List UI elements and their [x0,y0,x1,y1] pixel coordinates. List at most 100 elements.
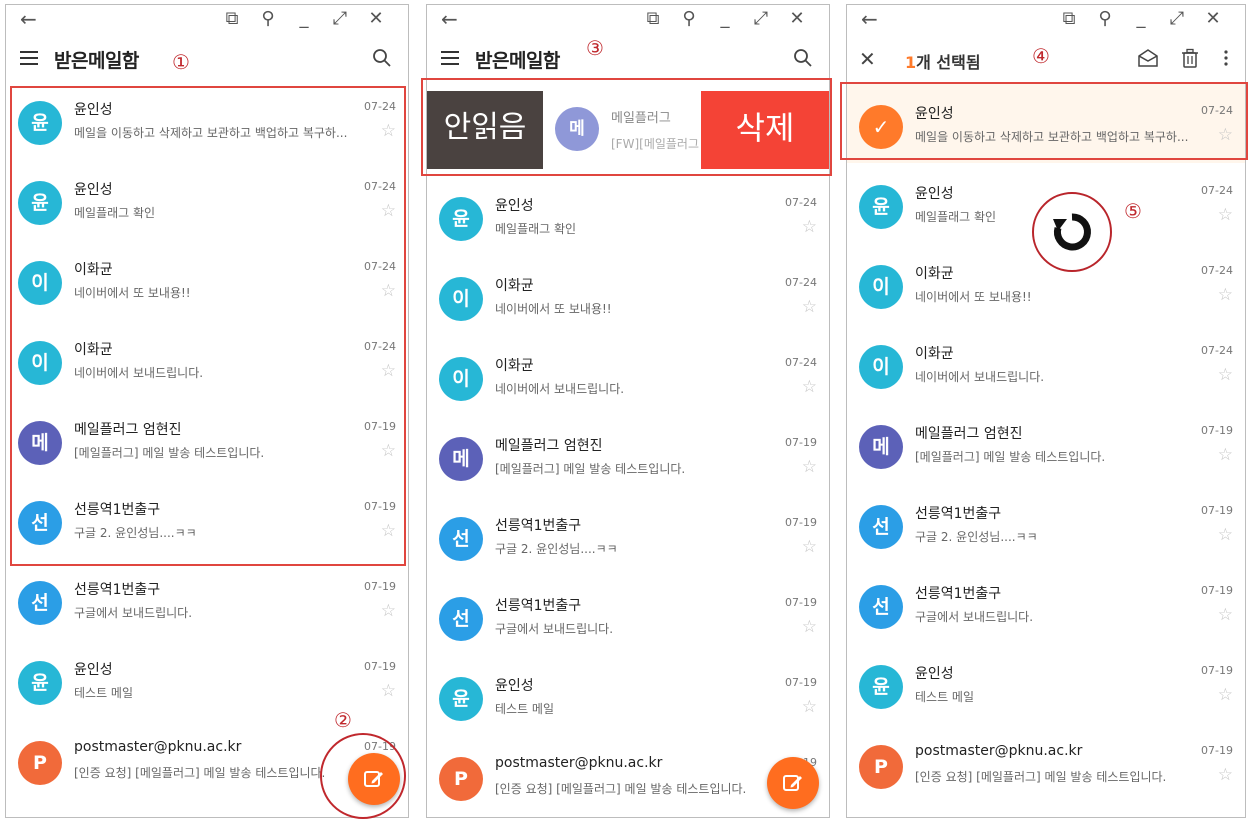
mail-row[interactable]: 윤 윤인성 메일플래그 확인 07-24 ☆ [6,159,408,239]
trash-icon[interactable] [1179,47,1201,69]
mail-preview: 구글 2. 윤인성님....ㅋㅋ [915,530,1038,544]
star-outline-icon[interactable]: ☆ [381,442,396,460]
mail-preview: 네이버에서 보내드립니다. [74,366,204,380]
sender-name: 윤인성 [495,198,534,214]
mail-preview: 네이버에서 보내드립니다. [915,370,1045,384]
star-outline-icon[interactable]: ☆ [1218,286,1233,304]
star-outline-icon[interactable]: ☆ [1218,686,1233,704]
star-outline-icon[interactable]: ☆ [381,122,396,140]
snap-window-icon[interactable]: ⧉ [1057,8,1081,30]
mail-row[interactable]: 윤 윤인성 테스트 메일 07-19 ☆ [6,639,408,719]
star-outline-icon[interactable]: ☆ [381,282,396,300]
mail-date: 07-19 [364,660,396,673]
avatar: 윤 [18,101,62,145]
close-icon[interactable]: ✕ [785,8,809,30]
mail-preview: 네이버에서 또 보내용!! [915,290,1032,304]
star-outline-icon[interactable]: ☆ [381,522,396,540]
swiped-mail-row[interactable]: 안읽음 메 메일플러그 [FW][메일플러그 삭제 [427,85,829,175]
compose-button[interactable] [767,757,819,809]
pin-icon[interactable]: ⚲ [256,8,280,30]
star-outline-icon[interactable]: ☆ [802,698,817,716]
avatar: 선 [439,597,483,641]
mail-row[interactable]: 이 이화균 네이버에서 보내드립니다. 07-24 ☆ [427,335,829,415]
more-vertical-icon[interactable] [1221,47,1231,69]
mark-unread-button[interactable]: 안읽음 [427,91,543,169]
cancel-selection-icon[interactable]: ✕ [859,47,876,71]
mail-row[interactable]: 선 선릉역1번출구 구글에서 보내드립니다. 07-19 ☆ [6,559,408,639]
star-outline-icon[interactable]: ☆ [802,218,817,236]
minimize-icon[interactable]: _ [713,8,737,30]
mail-date: 07-19 [1201,504,1233,517]
mail-row[interactable]: 이 이화균 네이버에서 보내드립니다. 07-24 ☆ [847,323,1245,403]
mail-row[interactable]: 선 선릉역1번출구 구글에서 보내드립니다. 07-19 ☆ [427,575,829,655]
mail-preview: [메일플러그] 메일 발송 테스트입니다. [915,450,1106,464]
swipe-container: 안읽음 메 메일플러그 [FW][메일플러그 삭제 [427,91,829,169]
mail-row[interactable]: 메 메일플러그 엄현진 [메일플러그] 메일 발송 테스트입니다. 07-19 ☆ [6,399,408,479]
back-arrow-icon[interactable]: ← [861,8,878,30]
selection-label: 개 선택됨 [916,53,981,72]
hamburger-menu-icon[interactable] [20,51,38,65]
mail-row[interactable]: 이 이화균 네이버에서 또 보내용!! 07-24 ☆ [427,255,829,335]
mail-row[interactable]: 이 이화균 네이버에서 또 보내용!! 07-24 ☆ [6,239,408,319]
sender-name: 선릉역1번출구 [915,586,1002,602]
mail-preview: 구글에서 보내드립니다. [74,606,193,620]
star-outline-icon[interactable]: ☆ [1218,606,1233,624]
annotation-3: ③ [586,36,604,60]
mail-row[interactable]: 이 이화균 네이버에서 보내드립니다. 07-24 ☆ [6,319,408,399]
delete-button[interactable]: 삭제 [701,91,829,169]
mail-row[interactable]: 선 선릉역1번출구 구글 2. 윤인성님....ㅋㅋ 07-19 ☆ [6,479,408,559]
search-icon[interactable] [793,48,813,68]
avatar: 이 [18,341,62,385]
sender-name: 이화균 [915,266,954,282]
mail-row[interactable]: 윤 윤인성 메일을 이동하고 삭제하고 보관하고 백업하고 복구하... 07-24 ☆ [6,79,408,159]
search-icon[interactable] [372,48,392,68]
sender-name: 메일플러그 엄현진 [74,422,182,438]
hamburger-menu-icon[interactable] [441,51,459,65]
mail-row[interactable]: 윤 윤인성 테스트 메일 07-19 ☆ [427,655,829,735]
star-outline-icon[interactable]: ☆ [802,538,817,556]
mail-row[interactable]: 메 메일플러그 엄현진 [메일플러그] 메일 발송 테스트입니다. 07-19 ☆ [847,403,1245,483]
minimize-icon[interactable]: _ [292,8,316,30]
star-outline-icon[interactable]: ☆ [802,378,817,396]
maximize-icon[interactable]: ⤢ [1165,8,1189,30]
envelope-open-icon[interactable] [1137,47,1159,69]
star-outline-icon[interactable]: ☆ [381,202,396,220]
star-outline-icon[interactable]: ☆ [1218,126,1233,144]
snap-window-icon[interactable]: ⧉ [220,8,244,30]
star-outline-icon[interactable]: ☆ [381,362,396,380]
star-outline-icon[interactable]: ☆ [802,618,817,636]
pin-icon[interactable]: ⚲ [677,8,701,30]
close-icon[interactable]: ✕ [364,8,388,30]
star-outline-icon[interactable]: ☆ [381,602,396,620]
star-outline-icon[interactable]: ☆ [1218,206,1233,224]
star-outline-icon[interactable]: ☆ [1218,766,1233,784]
star-outline-icon[interactable]: ☆ [1218,526,1233,544]
pin-icon[interactable]: ⚲ [1093,8,1117,30]
mail-row[interactable]: 윤 윤인성 메일플래그 확인 07-24 ☆ [427,175,829,255]
check-icon: ✓ [859,105,903,149]
star-outline-icon[interactable]: ☆ [1218,446,1233,464]
avatar: 메 [555,107,599,151]
sender-name: 윤인성 [74,182,113,198]
back-arrow-icon[interactable]: ← [20,8,37,30]
back-arrow-icon[interactable]: ← [441,8,458,30]
maximize-icon[interactable]: ⤢ [749,8,773,30]
snap-window-icon[interactable]: ⧉ [641,8,665,30]
mail-date: 07-19 [1201,584,1233,597]
mail-row[interactable]: 메 메일플러그 엄현진 [메일플러그] 메일 발송 테스트입니다. 07-19 ☆ [427,415,829,495]
mail-row[interactable]: 윤 윤인성 테스트 메일 07-19 ☆ [847,643,1245,723]
star-outline-icon[interactable]: ☆ [802,458,817,476]
annotation-2: ② [334,708,352,732]
minimize-icon[interactable]: _ [1129,8,1153,30]
mail-date: 07-24 [1201,264,1233,277]
mail-row[interactable]: Ppostmaster@pknu.ac.kr [인증 요청] [메일플러그] 메일… [847,723,1245,803]
mail-row[interactable]: 선 선릉역1번출구 구글 2. 윤인성님....ㅋㅋ 07-19 ☆ [847,483,1245,563]
star-outline-icon[interactable]: ☆ [1218,366,1233,384]
mail-row[interactable]: ✓ 윤인성 메일을 이동하고 삭제하고 보관하고 백업하고 복구하... 07-24 ☆ [847,83,1245,163]
mail-row[interactable]: 선 선릉역1번출구 구글에서 보내드립니다. 07-19 ☆ [847,563,1245,643]
close-icon[interactable]: ✕ [1201,8,1225,30]
maximize-icon[interactable]: ⤢ [328,8,352,30]
star-outline-icon[interactable]: ☆ [802,298,817,316]
star-outline-icon[interactable]: ☆ [381,682,396,700]
mail-row[interactable]: 선 선릉역1번출구 구글 2. 윤인성님....ㅋㅋ 07-19 ☆ [427,495,829,575]
